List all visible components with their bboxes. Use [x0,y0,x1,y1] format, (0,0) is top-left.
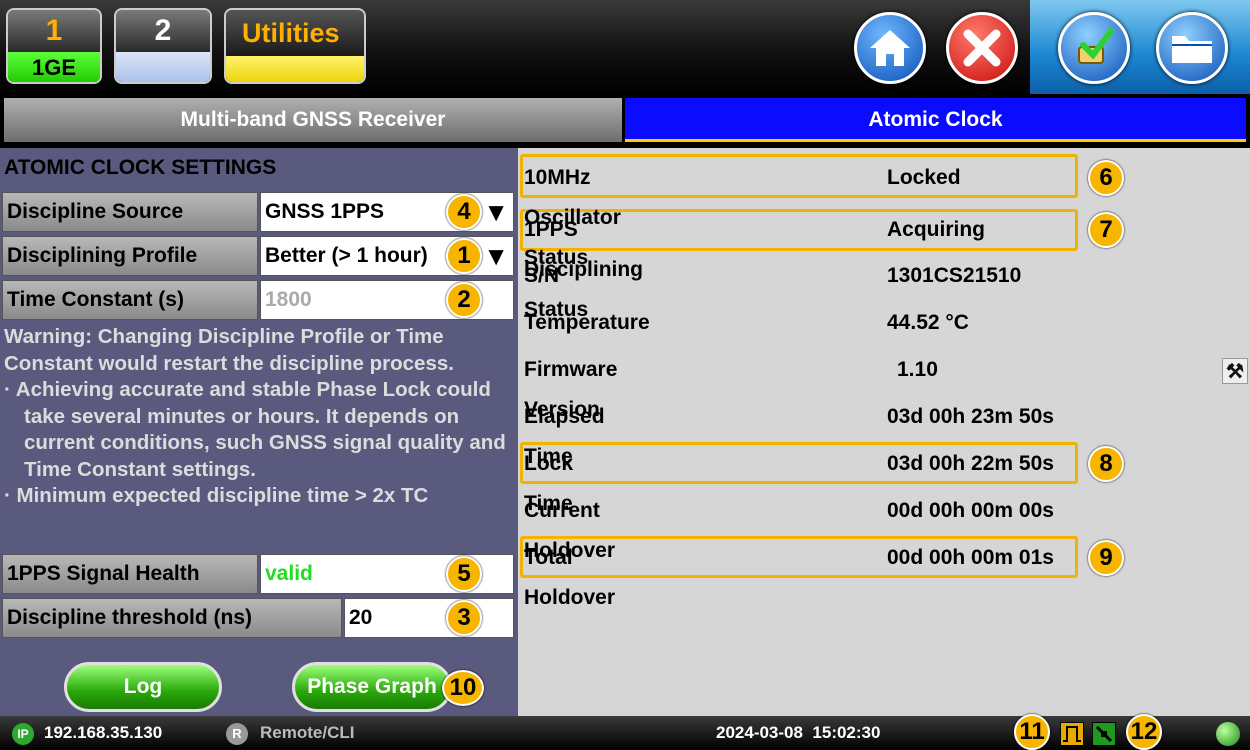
settings-panel: ATOMIC CLOCK SETTINGS Discipline Source … [0,148,518,716]
tool-check-icon [1078,28,1114,64]
firmware-tools-icon[interactable]: ⚒ [1222,358,1248,384]
satellite-icon[interactable] [1092,722,1116,746]
status-key: Total Holdover [524,546,616,609]
pulse-wave-icon [1063,726,1081,742]
callout-badge: 8 [1088,446,1124,482]
ip-address: 192.168.35.130 [44,723,163,742]
pulse-icon[interactable] [1060,722,1084,746]
remote-icon: R [226,723,248,745]
date-time: 2024-03-08 15:02:30 [716,723,881,742]
callout-badge: 12 [1126,714,1162,750]
ip-icon: IP [12,723,34,745]
close-icon [963,29,1001,67]
warning-text: Warning: Changing Discipline Profile or … [4,324,516,510]
dropdown-arrow-icon: ▼ [483,197,509,227]
home-button[interactable] [854,12,926,84]
remote-status: Remote/CLI [260,723,355,742]
callout-badge: 3 [446,600,482,636]
disciplining-profile-label: Disciplining Profile [2,236,258,276]
disciplining-profile-value: Better (> 1 hour) [265,244,428,267]
phase-graph-button[interactable]: Phase Graph [292,662,452,712]
callout-badge: 9 [1088,540,1124,576]
tab-bar: Multi-band GNSS Receiver Atomic Clock [0,94,1250,146]
callout-badge: 10 [442,670,484,706]
status-value: Acquiring [887,218,985,241]
status-value: 00d 00h 00m 01s [887,546,1054,569]
utilities-indicator [226,56,364,82]
callout-badge: 2 [446,282,482,318]
discipline-threshold-label: Discipline threshold (ns) [2,598,342,638]
status-value: 00d 00h 00m 00s [887,499,1054,522]
discipline-source-label: Discipline Source [2,192,258,232]
status-bar: IP 192.168.35.130 R Remote/CLI 2024-03-0… [0,716,1250,750]
status-value: 1.10 [897,358,938,381]
callout-badge: 5 [446,556,482,592]
port-1-label: 1GE [8,52,100,82]
port-2-number: 2 [116,10,210,52]
tool-check-button[interactable] [1058,12,1130,84]
close-button[interactable] [946,12,1018,84]
utilities-label: Utilities [226,10,364,56]
port-2-label [116,52,210,82]
status-key: S/N [524,264,560,287]
status-value: 44.52 °C [887,311,969,334]
utilities-button[interactable]: Utilities [224,8,366,84]
discipline-source-value: GNSS 1PPS [265,200,385,223]
discipline-threshold-input[interactable]: 20 [344,598,514,638]
top-bar: 1 1GE 2 Utilities [0,0,1250,94]
status-value: 1301CS21510 [887,264,1022,287]
folder-button[interactable] [1156,12,1228,84]
status-key: Temperature [524,311,650,334]
home-icon [870,30,910,66]
globe-icon[interactable] [1216,722,1240,746]
callout-badge: 7 [1088,212,1124,248]
port-2-button[interactable]: 2 [114,8,212,84]
signal-health-label: 1PPS Signal Health [2,554,258,594]
callout-badge: 6 [1088,160,1124,196]
satellite-glyph-icon [1095,725,1113,743]
tab-gnss-receiver[interactable]: Multi-band GNSS Receiver [4,98,622,142]
settings-title: ATOMIC CLOCK SETTINGS [4,156,277,179]
dropdown-arrow-icon: ▼ [483,241,509,271]
callout-badge: 11 [1014,714,1050,750]
time-constant-label: Time Constant (s) [2,280,258,320]
status-value: 03d 00h 22m 50s [887,452,1054,475]
status-value: Locked [887,166,961,189]
folder-icon [1172,36,1212,63]
log-button[interactable]: Log [64,662,222,712]
warning-line: Warning: Changing Discipline Profile or … [4,325,454,375]
callout-badge: 4 [446,194,482,230]
port-1-number: 1 [8,10,100,52]
warning-bullet-2: · Minimum expected discipline time > 2x … [4,484,429,507]
status-value: 03d 00h 23m 50s [887,405,1054,428]
status-panel: 10MHz Oscillator Status Locked 1PPS Disc… [518,148,1250,716]
port-1-button[interactable]: 1 1GE [6,8,102,84]
warning-bullet-1: · Achieving accurate and stable Phase Lo… [4,378,506,481]
callout-badge: 1 [446,238,482,274]
tab-atomic-clock[interactable]: Atomic Clock [625,98,1246,142]
